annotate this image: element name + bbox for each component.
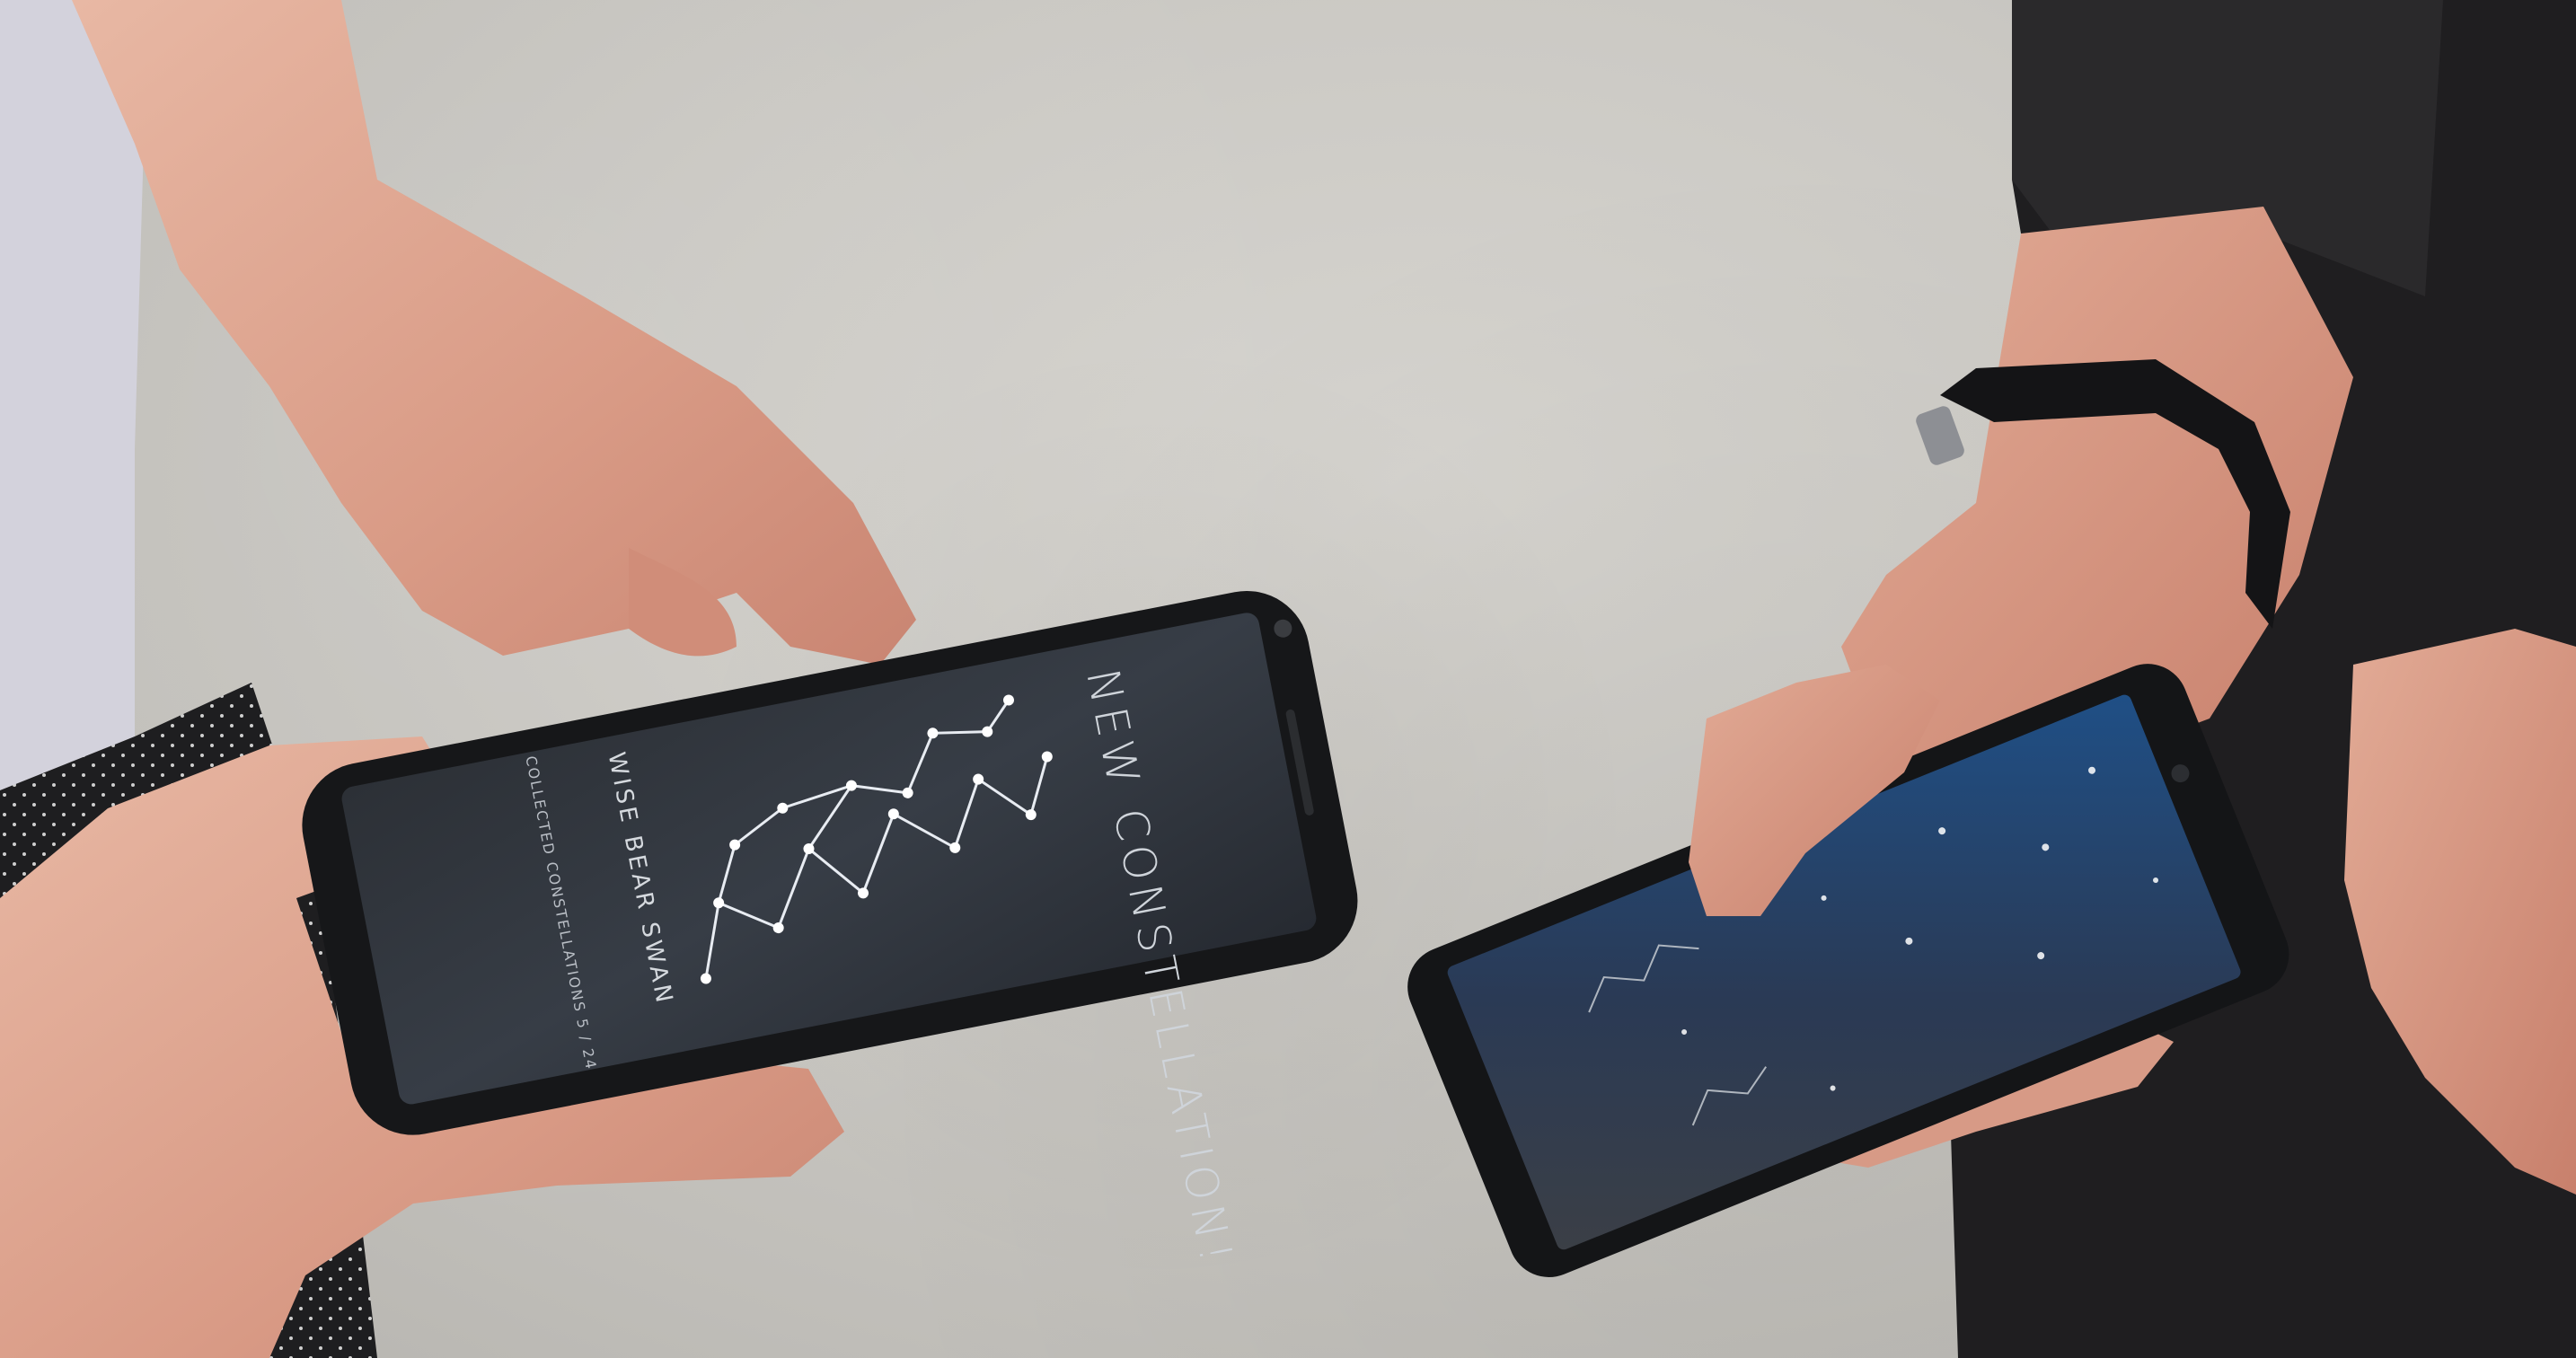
photo-scene: NEW CONSTELLATION! WISE BEAR SWAN COLLEC…: [0, 0, 2576, 1358]
left-phone: [302, 590, 1358, 1135]
left-person: [0, 0, 916, 1358]
left-upper-hand: [72, 0, 916, 665]
scene-drawing: [0, 0, 2576, 1358]
right-person: [1796, 0, 2576, 1358]
